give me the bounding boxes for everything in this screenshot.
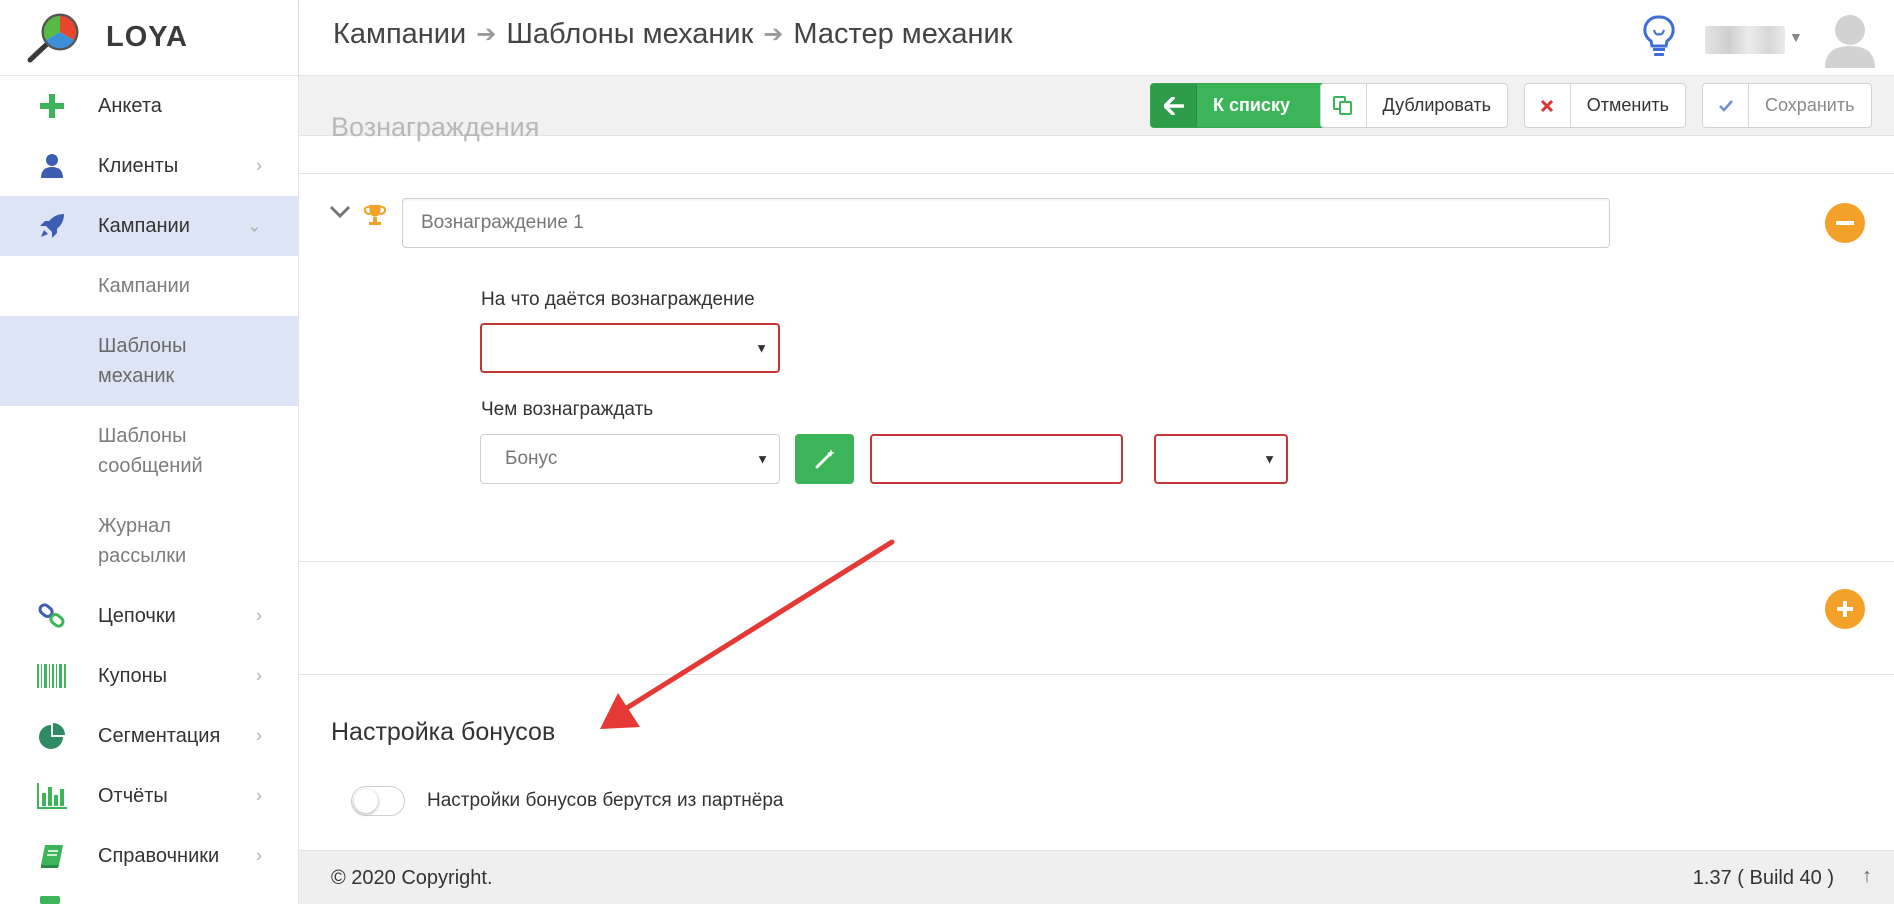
sidebar-item-label: Кампании xyxy=(98,214,190,237)
user-icon xyxy=(36,150,68,182)
loya-logo-icon xyxy=(27,13,79,62)
check-icon xyxy=(1703,84,1749,127)
sidebar-item-label: Анкета xyxy=(98,94,162,117)
duplicate-button[interactable]: Дублировать xyxy=(1320,83,1508,128)
user-name-blurred[interactable] xyxy=(1705,26,1785,54)
close-icon xyxy=(1525,84,1571,127)
sidebar-subitem-mechanic-templates[interactable]: Шаблоны механик xyxy=(0,316,298,406)
divider xyxy=(299,674,1894,675)
avatar[interactable] xyxy=(1823,10,1877,68)
bonus-settings-toggle[interactable] xyxy=(351,786,405,816)
caret-down-icon: ▼ xyxy=(756,451,769,467)
sidebar-item-chains[interactable]: Цепочки › xyxy=(0,586,298,646)
minus-icon xyxy=(1836,221,1854,225)
sidebar-item-partial xyxy=(40,896,60,904)
plus-icon xyxy=(36,90,68,122)
sidebar-item-references[interactable]: Справочники › xyxy=(0,826,298,886)
brand[interactable]: LOYA xyxy=(0,0,298,76)
chevron-right-icon: › xyxy=(256,785,262,806)
bonus-settings-toggle-label: Настройки бонусов берутся из партнёра xyxy=(427,790,784,811)
breadcrumb-item-mechanic-templates[interactable]: Шаблоны механик xyxy=(506,18,753,51)
sidebar-item-label: Цепочки xyxy=(98,604,176,627)
lightbulb-icon[interactable] xyxy=(1642,14,1676,58)
copyright-text: © 2020 Copyright. xyxy=(331,867,493,889)
sidebar-subitem-label: Шаблоны сообщений xyxy=(98,425,203,477)
caret-down-icon: ▼ xyxy=(1263,451,1276,467)
chevron-right-icon: › xyxy=(256,845,262,866)
back-to-list-button[interactable]: К списку xyxy=(1150,83,1338,128)
sidebar-item-label: Справочники xyxy=(98,844,220,867)
sidebar-item-campaigns[interactable]: Кампании ⌄ xyxy=(0,196,298,256)
arrow-right-icon: ➔ xyxy=(476,21,497,48)
magic-wand-button[interactable] xyxy=(795,434,854,484)
arrow-left-icon xyxy=(1151,84,1197,127)
copy-icon xyxy=(1321,84,1367,127)
sidebar-subitem-label: Кампании xyxy=(98,275,190,297)
scroll-top-icon[interactable]: ↑ xyxy=(1862,865,1872,888)
remove-reward-button[interactable] xyxy=(1825,203,1865,243)
sidebar-subitem-campaigns[interactable]: Кампании xyxy=(0,256,298,316)
sidebar-item-coupons[interactable]: Купоны › xyxy=(0,646,298,706)
pie-chart-icon xyxy=(36,720,68,752)
sidebar: LOYA Анкета Клиенты › Кампании ⌄ Кампани… xyxy=(0,0,299,904)
rocket-icon xyxy=(36,210,68,242)
chevron-right-icon: › xyxy=(256,155,262,176)
trophy-icon xyxy=(363,205,387,225)
app-name: LOYA xyxy=(106,21,188,53)
reward-amount-input[interactable] xyxy=(870,434,1123,484)
chevron-right-icon: › xyxy=(256,605,262,626)
bar-chart-icon xyxy=(36,780,68,812)
breadcrumb-item-current: Мастер механик xyxy=(793,18,1013,50)
sidebar-item-segmentation[interactable]: Сегментация › xyxy=(0,706,298,766)
sidebar-item-clients[interactable]: Клиенты › xyxy=(0,136,298,196)
chevron-down-icon: ⌄ xyxy=(246,215,262,236)
sidebar-item-label: Клиенты xyxy=(98,154,179,177)
reward-unit-select[interactable]: ▼ xyxy=(1154,434,1288,484)
sidebar-subitem-mailing-log[interactable]: Журнал рассылки xyxy=(0,496,298,586)
reward-type-label: Чем вознаграждать xyxy=(481,399,654,420)
sidebar-item-label: Сегментация xyxy=(98,724,221,747)
book-icon xyxy=(36,840,68,872)
top-header: Кампании ➔ Шаблоны механик ➔ Мастер меха… xyxy=(299,0,1894,76)
reward-name-input[interactable]: Вознаграждение 1 xyxy=(402,198,1610,248)
reward-type-select[interactable]: Бонус ▼ xyxy=(480,434,780,484)
condition-label: На что даётся вознаграждение xyxy=(481,289,755,310)
cancel-button[interactable]: Отменить xyxy=(1524,83,1686,128)
sidebar-item-label: Отчёты xyxy=(98,784,168,807)
sidebar-subitem-message-templates[interactable]: Шаблоны сообщений xyxy=(0,406,298,496)
arrow-right-icon: ➔ xyxy=(763,21,784,48)
sidebar-subitem-label: Шаблоны механик xyxy=(98,335,187,387)
sidebar-item-questionnaire[interactable]: Анкета xyxy=(0,76,298,136)
link-icon xyxy=(36,600,68,632)
toggle-knob xyxy=(354,789,378,813)
sidebar-item-reports[interactable]: Отчёты › xyxy=(0,766,298,826)
barcode-icon xyxy=(36,660,68,692)
sidebar-subitem-label: Журнал рассылки xyxy=(98,515,187,567)
main-content: Вознаграждения К списку Дублировать Отме… xyxy=(299,76,1894,850)
condition-select[interactable]: ▼ xyxy=(480,323,780,373)
chevron-right-icon: › xyxy=(256,725,262,746)
divider xyxy=(299,561,1894,562)
breadcrumb: Кампании ➔ Шаблоны механик ➔ Мастер меха… xyxy=(333,18,1012,51)
chevron-down-icon[interactable] xyxy=(329,204,351,220)
sidebar-item-label: Купоны xyxy=(98,664,168,687)
plus-icon xyxy=(1837,601,1853,617)
chevron-right-icon: › xyxy=(256,665,262,686)
divider xyxy=(299,173,1894,174)
save-button[interactable]: Сохранить xyxy=(1702,83,1872,128)
add-reward-button[interactable] xyxy=(1825,589,1865,629)
rewards-section-title: Вознаграждения xyxy=(331,112,540,142)
reward-type-select-value: Бонус xyxy=(505,448,558,469)
breadcrumb-item-campaigns[interactable]: Кампании xyxy=(333,18,466,51)
version-text: 1.37 ( Build 40 ) xyxy=(1692,867,1834,889)
footer: © 2020 Copyright. 1.37 ( Build 40 ) ↑ xyxy=(299,850,1894,904)
bonus-settings-title: Настройка бонусов xyxy=(331,718,556,746)
magic-wand-icon xyxy=(815,449,835,469)
caret-down-icon[interactable]: ▼ xyxy=(1789,29,1803,45)
caret-down-icon: ▼ xyxy=(755,340,768,356)
